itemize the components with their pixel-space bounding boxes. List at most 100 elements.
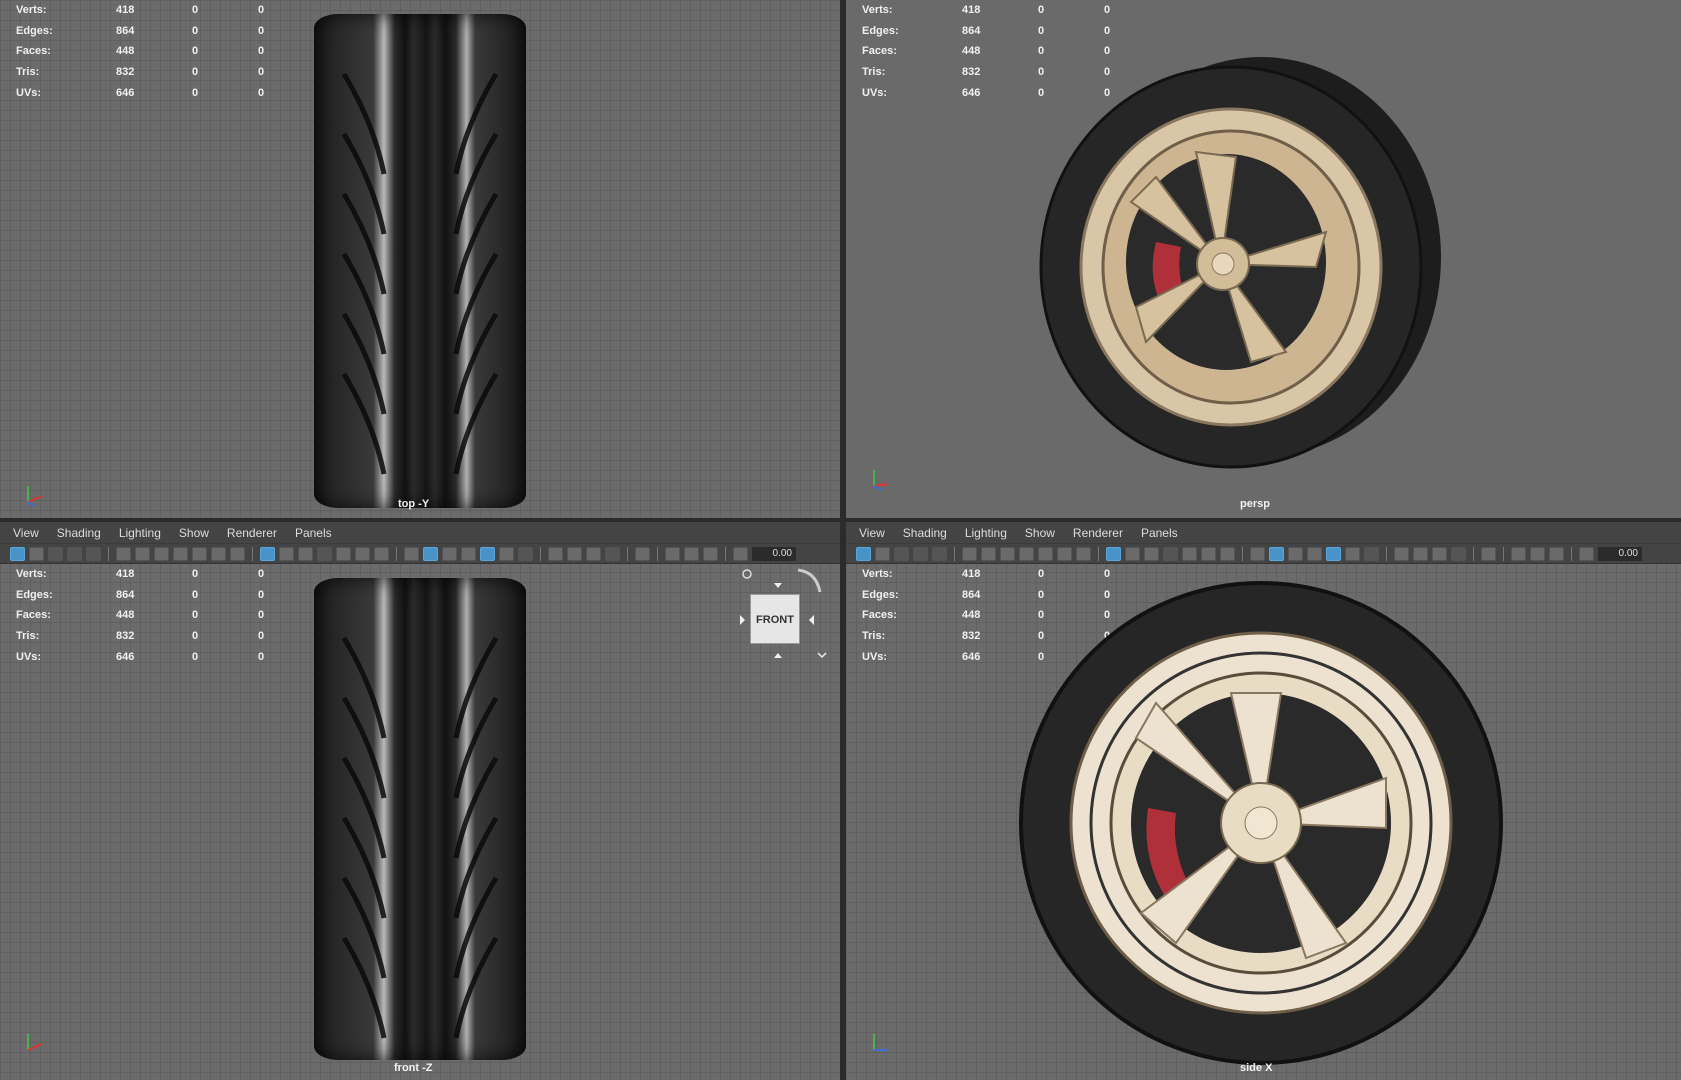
- smooth-shade-icon[interactable]: [1269, 546, 1284, 561]
- viewport-persp[interactable]: Verts: 418 0 0 Edges: 864 0 0 Faces: 448 0 0 Tris…: [846, 0, 1681, 518]
- safe-title-icon[interactable]: [1220, 546, 1235, 561]
- toolbar-separator: [1473, 546, 1474, 561]
- lock-camera-icon[interactable]: [135, 546, 150, 561]
- camera-attributes-icon[interactable]: [29, 546, 44, 561]
- isolate-select-icon[interactable]: [635, 546, 650, 561]
- camera-icon[interactable]: [116, 546, 131, 561]
- shadows-icon[interactable]: [518, 546, 533, 561]
- xray-active-icon[interactable]: [684, 546, 699, 561]
- 2d-pan-icon[interactable]: [86, 546, 101, 561]
- textured-icon[interactable]: [1326, 546, 1341, 561]
- safe-title-icon[interactable]: [374, 546, 389, 561]
- use-all-lights-icon[interactable]: [1345, 546, 1360, 561]
- menu-lighting[interactable]: Lighting: [110, 522, 170, 544]
- menu-view[interactable]: View: [4, 522, 48, 544]
- shadows-icon[interactable]: [1364, 546, 1379, 561]
- transform-icon[interactable]: [1057, 546, 1072, 561]
- anti-aliasing-icon[interactable]: [586, 546, 601, 561]
- bookmark-icon[interactable]: [894, 546, 909, 561]
- lock-camera-icon[interactable]: [981, 546, 996, 561]
- pan-zoom-icon[interactable]: [1038, 546, 1053, 561]
- menu-show[interactable]: Show: [170, 522, 218, 544]
- xray-joints-icon[interactable]: [703, 546, 718, 561]
- menu-renderer[interactable]: Renderer: [1064, 522, 1132, 544]
- default-material-icon[interactable]: [1288, 546, 1303, 561]
- textured-icon[interactable]: [480, 546, 495, 561]
- select-camera-icon[interactable]: [856, 546, 871, 561]
- pencil-icon[interactable]: [230, 546, 245, 561]
- xray-icon[interactable]: [665, 546, 680, 561]
- menu-view[interactable]: View: [850, 522, 894, 544]
- resolution-gate-icon[interactable]: [298, 546, 313, 561]
- exposure-icon[interactable]: [1579, 546, 1594, 561]
- bookmark-flag-icon[interactable]: [173, 546, 188, 561]
- use-all-lights-icon[interactable]: [499, 546, 514, 561]
- film-gate-icon[interactable]: [1125, 546, 1140, 561]
- screen-space-ao-icon[interactable]: [1394, 546, 1409, 561]
- viewcube-front-face[interactable]: FRONT: [750, 594, 800, 644]
- grid-toggle-icon[interactable]: [1106, 546, 1121, 561]
- tire-tread-model[interactable]: [314, 14, 526, 508]
- axis-gizmo-icon: [873, 470, 889, 491]
- menu-show[interactable]: Show: [1016, 522, 1064, 544]
- wireframe-icon[interactable]: [404, 546, 419, 561]
- menu-panels[interactable]: Panels: [286, 522, 341, 544]
- image-plane-icon[interactable]: [913, 546, 928, 561]
- viewport-top[interactable]: Verts: 418 0 0 Edges: 864 0 0 Faces: 448 0 0 Tris…: [0, 0, 840, 518]
- gate-mask-icon[interactable]: [317, 546, 332, 561]
- tire-tread-model[interactable]: [314, 578, 526, 1060]
- resolution-gate-icon[interactable]: [1144, 546, 1159, 561]
- depth-of-field-icon[interactable]: [605, 546, 620, 561]
- menu-renderer[interactable]: Renderer: [218, 522, 286, 544]
- grease-pencil-icon[interactable]: [154, 546, 169, 561]
- toolbar-separator: [1098, 546, 1099, 561]
- isolate-select-icon[interactable]: [1481, 546, 1496, 561]
- xray-active-icon[interactable]: [1530, 546, 1545, 561]
- axis-gizmo-icon: [27, 1034, 43, 1051]
- transform-icon[interactable]: [211, 546, 226, 561]
- default-material-icon[interactable]: [442, 546, 457, 561]
- image-plane-icon[interactable]: [67, 546, 82, 561]
- viewport-front[interactable]: View Shading Lighting Show Renderer Pane…: [0, 522, 840, 1080]
- camera-icon[interactable]: [962, 546, 977, 561]
- safe-action-icon[interactable]: [1201, 546, 1216, 561]
- xray-joints-icon[interactable]: [1549, 546, 1564, 561]
- viewport-side[interactable]: View Shading Lighting Show Renderer Pane…: [846, 522, 1681, 1080]
- field-chart-icon[interactable]: [336, 546, 351, 561]
- grid-toggle-icon[interactable]: [260, 546, 275, 561]
- menu-lighting[interactable]: Lighting: [956, 522, 1016, 544]
- grease-pencil-icon[interactable]: [1000, 546, 1015, 561]
- pan-zoom-icon[interactable]: [192, 546, 207, 561]
- menu-panels[interactable]: Panels: [1132, 522, 1187, 544]
- menu-shading[interactable]: Shading: [894, 522, 956, 544]
- poly-count-hud: Verts: 418 0 0 Edges: 864 0 0 Faces: 448 0 0 Tris…: [16, 564, 288, 667]
- 2d-pan-icon[interactable]: [932, 546, 947, 561]
- motion-blur-icon[interactable]: [567, 546, 582, 561]
- wheel-model[interactable]: [1016, 578, 1506, 1068]
- camera-attributes-icon[interactable]: [875, 546, 890, 561]
- wireframe-icon[interactable]: [1250, 546, 1265, 561]
- wireframe-on-shaded-icon[interactable]: [461, 546, 476, 561]
- field-chart-icon[interactable]: [1182, 546, 1197, 561]
- screen-space-ao-icon[interactable]: [548, 546, 563, 561]
- exposure-field[interactable]: 0.00: [1598, 546, 1642, 561]
- pencil-icon[interactable]: [1076, 546, 1091, 561]
- bookmark-icon[interactable]: [48, 546, 63, 561]
- xray-icon[interactable]: [1511, 546, 1526, 561]
- anti-aliasing-icon[interactable]: [1432, 546, 1447, 561]
- exposure-field[interactable]: 0.00: [752, 546, 796, 561]
- toolbar-separator: [396, 546, 397, 561]
- exposure-icon[interactable]: [733, 546, 748, 561]
- menu-shading[interactable]: Shading: [48, 522, 110, 544]
- depth-of-field-icon[interactable]: [1451, 546, 1466, 561]
- bookmark-flag-icon[interactable]: [1019, 546, 1034, 561]
- select-camera-icon[interactable]: [10, 546, 25, 561]
- wireframe-on-shaded-icon[interactable]: [1307, 546, 1322, 561]
- gate-mask-icon[interactable]: [1163, 546, 1178, 561]
- wheel-model[interactable]: [1036, 52, 1456, 482]
- safe-action-icon[interactable]: [355, 546, 370, 561]
- motion-blur-icon[interactable]: [1413, 546, 1428, 561]
- film-gate-icon[interactable]: [279, 546, 294, 561]
- viewcube[interactable]: FRONT: [738, 568, 838, 668]
- smooth-shade-icon[interactable]: [423, 546, 438, 561]
